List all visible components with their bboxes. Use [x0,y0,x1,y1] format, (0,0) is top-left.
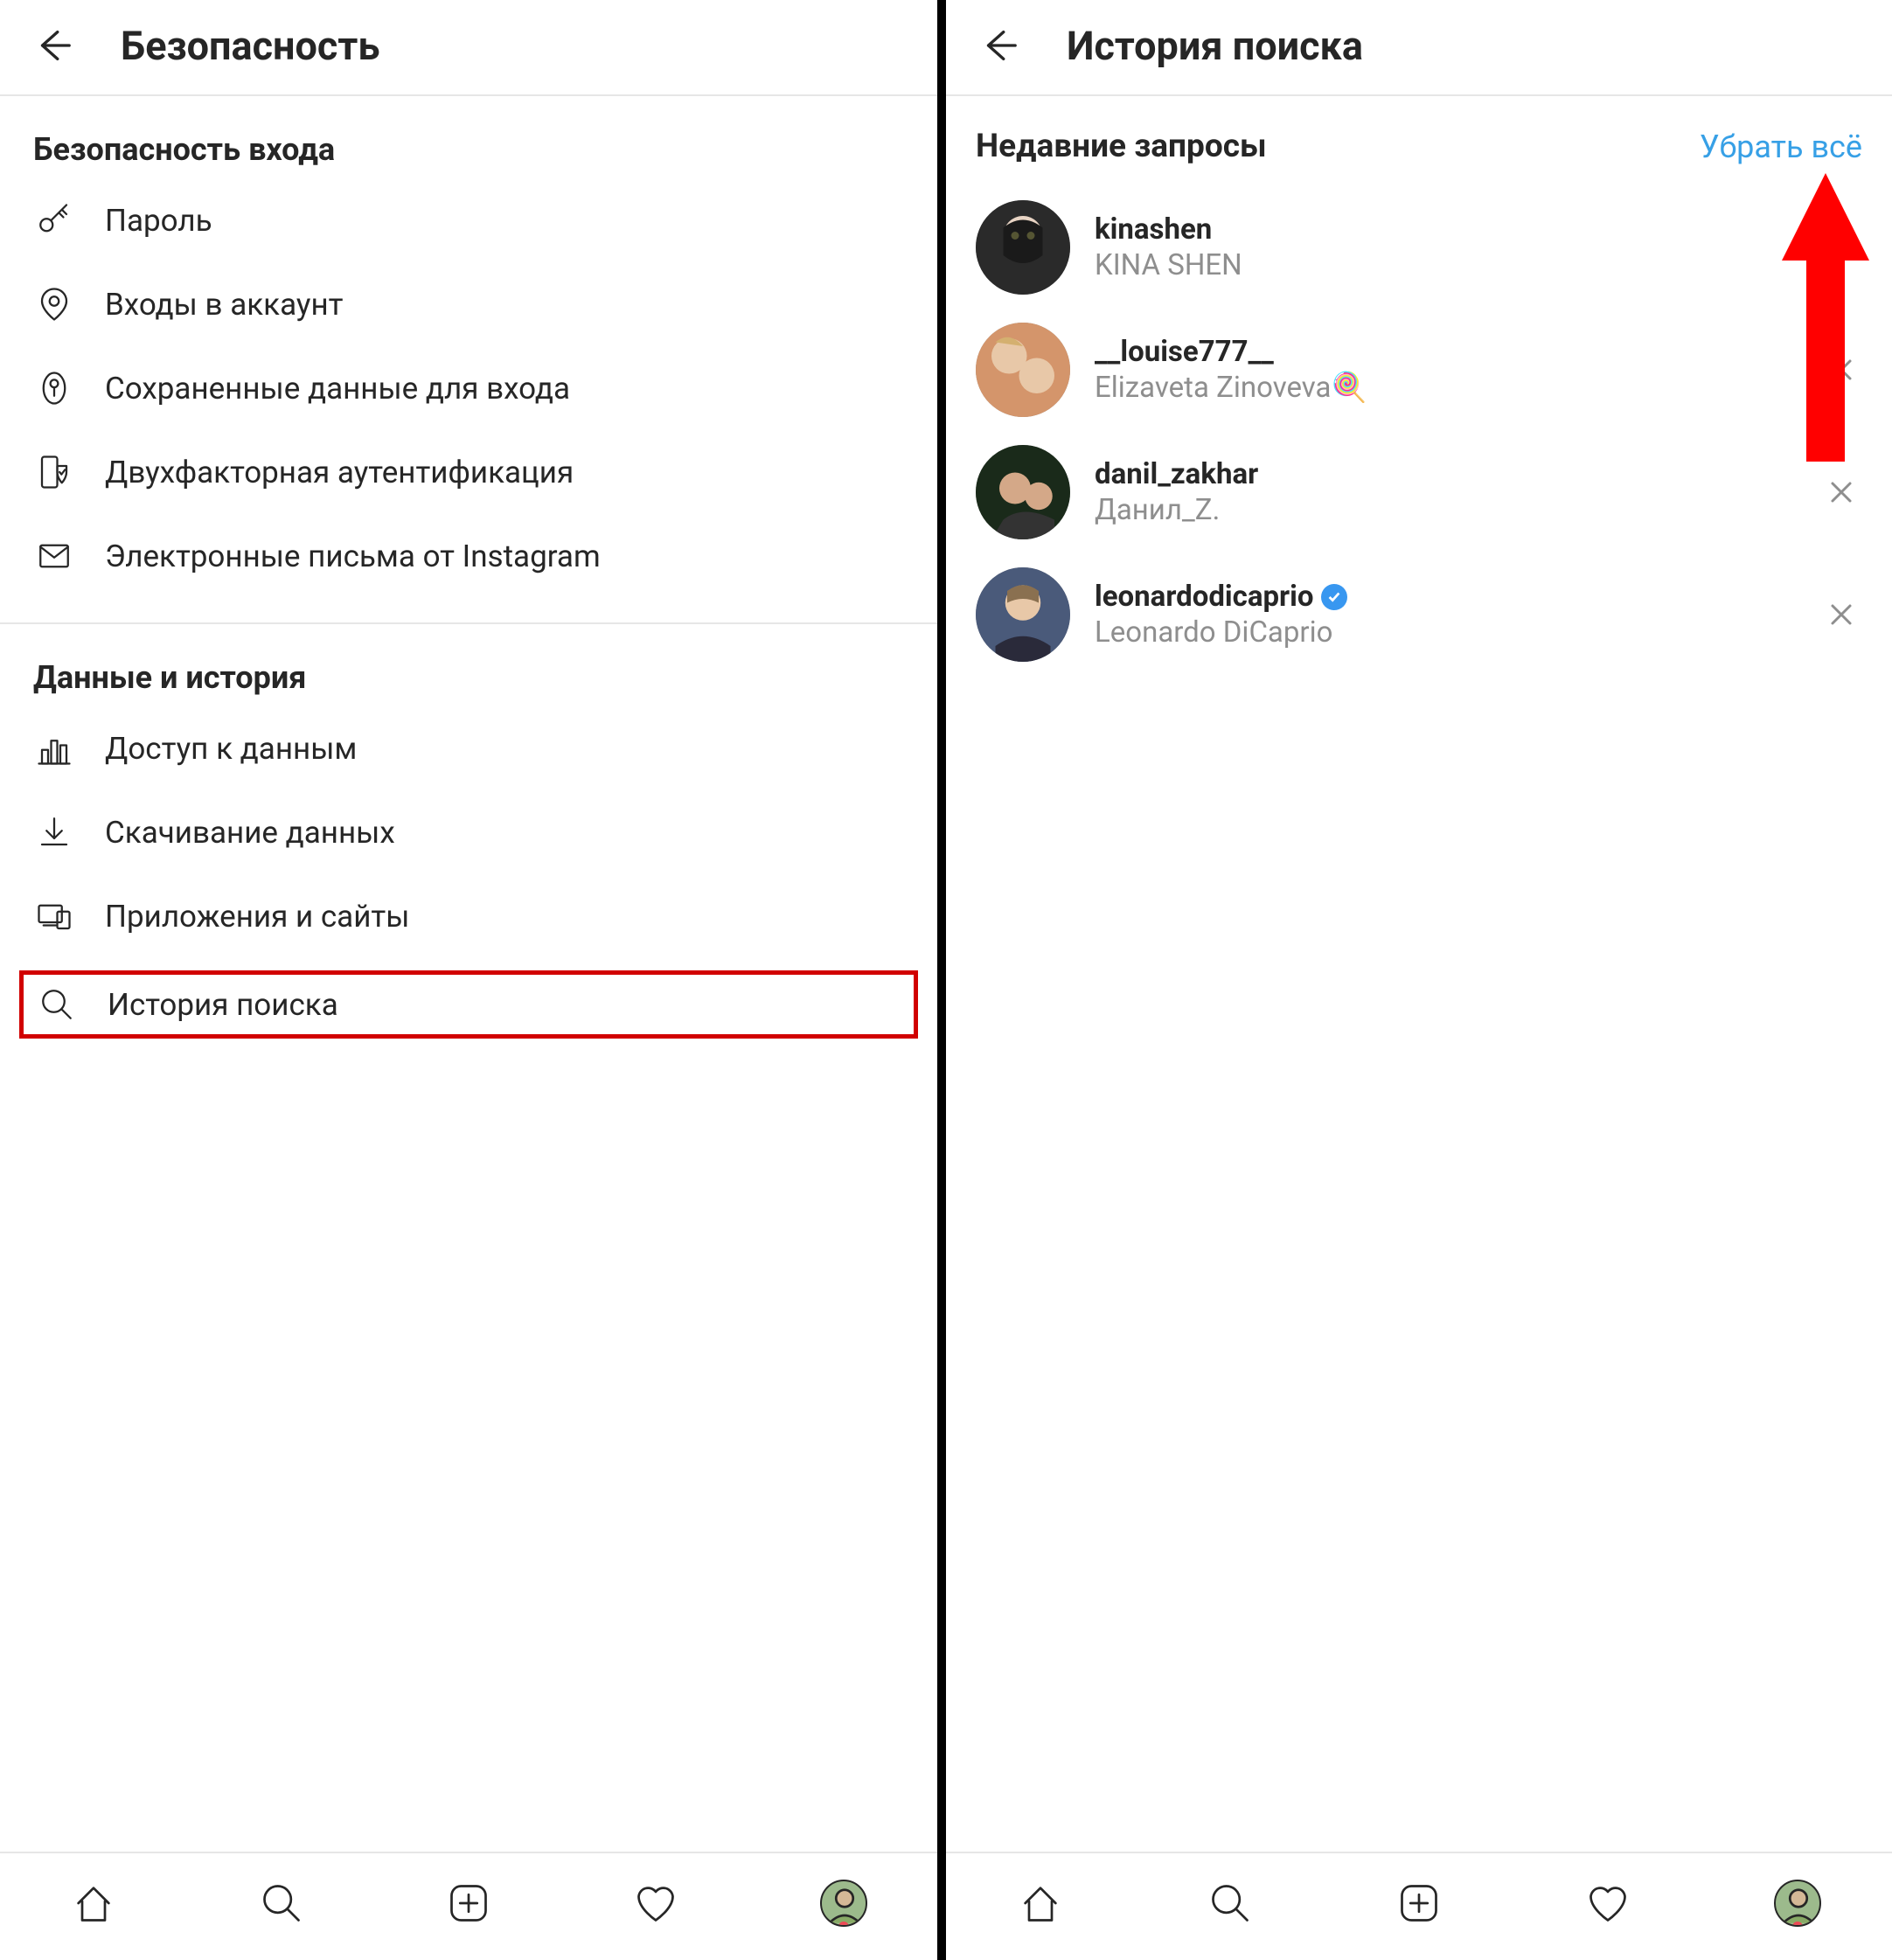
menu-label: Сохраненные данные для входа [105,371,570,407]
search-result-row[interactable]: kinashen KINA SHEN [946,186,1892,309]
bottom-nav [946,1852,1892,1960]
menu-item-saved-login[interactable]: Сохраненные данные для входа [0,346,937,430]
shield-phone-icon [33,451,75,493]
remove-item-button[interactable] [1820,471,1862,513]
menu-label: Входы в аккаунт [105,287,343,323]
menu-item-login-activity[interactable]: Входы в аккаунт [0,262,937,346]
annotation-red-arrow-icon [1782,173,1869,462]
search-history-panel: История поиска Недавние запросы Убрать в… [946,0,1892,1960]
page-title: Безопасность [121,23,379,69]
user-info: kinashen KINA SHEN [1095,212,1820,282]
recent-title: Недавние запросы [976,128,1267,165]
header: История поиска [946,0,1892,96]
menu-label: Доступ к данным [105,731,357,767]
username: danil_zakhar [1095,457,1820,491]
username: leonardodicaprio [1095,580,1820,614]
menu-item-apps-sites[interactable]: Приложения и сайты [0,874,937,958]
menu-label: Пароль [105,203,212,239]
menu-item-download-data[interactable]: Скачивание данных [0,790,937,874]
nav-activity-icon[interactable] [630,1878,681,1929]
section-title-data-history: Данные и история [0,624,937,706]
search-result-row[interactable]: leonardodicaprio Leonardo DiCaprio [946,553,1892,676]
avatar [976,445,1070,539]
recent-header: Недавние запросы Убрать всё [946,96,1892,186]
avatar [976,200,1070,295]
menu-item-emails[interactable]: Электронные письма от Instagram [0,514,937,598]
nav-search-icon[interactable] [256,1878,307,1929]
notification-dot-icon [1792,1922,1803,1927]
nav-profile-icon[interactable] [818,1878,869,1929]
page-title: История поиска [1067,23,1363,69]
search-result-row[interactable]: __louise777__ Elizaveta Zinoveva🍭 [946,309,1892,431]
display-name: Данил_Z. [1095,493,1820,527]
section-title-login-security: Безопасность входа [0,96,937,178]
chart-icon [33,727,75,769]
notification-dot-icon [838,1922,849,1927]
avatar [976,323,1070,417]
menu-item-data-access[interactable]: Доступ к данным [0,706,937,790]
username: __louise777__ [1095,335,1820,369]
verified-badge-icon [1321,584,1347,610]
back-arrow-icon[interactable] [974,21,1023,70]
menu-label: Приложения и сайты [105,899,409,935]
user-info: danil_zakhar Данил_Z. [1095,457,1820,527]
search-result-row[interactable]: danil_zakhar Данил_Z. [946,431,1892,553]
nav-home-icon[interactable] [1015,1878,1066,1929]
user-info: __louise777__ Elizaveta Zinoveva🍭 [1095,335,1820,405]
menu-label: История поиска [108,987,338,1023]
nav-add-icon[interactable] [443,1878,494,1929]
nav-activity-icon[interactable] [1582,1878,1633,1929]
menu-label: Электронные письма от Instagram [105,539,601,574]
bottom-nav [0,1852,937,1960]
search-icon [36,983,78,1025]
nav-add-icon[interactable] [1394,1878,1444,1929]
menu-item-2fa[interactable]: Двухфакторная аутентификация [0,430,937,514]
menu-item-password[interactable]: Пароль [0,178,937,262]
user-info: leonardodicaprio Leonardo DiCaprio [1095,580,1820,650]
devices-icon [33,895,75,937]
content: Недавние запросы Убрать всё kinashen KIN… [946,96,1892,1852]
location-icon [33,283,75,325]
header: Безопасность [0,0,937,96]
clear-all-button[interactable]: Убрать всё [1700,129,1862,165]
username: kinashen [1095,212,1820,247]
nav-search-icon[interactable] [1205,1878,1256,1929]
display-name: KINA SHEN [1095,248,1820,282]
remove-item-button[interactable] [1820,594,1862,636]
menu-label: Скачивание данных [105,815,395,851]
nav-home-icon[interactable] [68,1878,119,1929]
content: Безопасность входа Пароль Входы в аккаун… [0,96,937,1852]
download-icon [33,811,75,853]
menu-label: Двухфакторная аутентификация [105,455,574,490]
display-name: Elizaveta Zinoveva🍭 [1095,371,1820,405]
keyhole-icon [33,367,75,409]
display-name: Leonardo DiCaprio [1095,615,1820,650]
mail-icon [33,535,75,577]
menu-item-search-history-highlighted[interactable]: История поиска [19,970,918,1039]
avatar [976,567,1070,662]
back-arrow-icon[interactable] [28,21,77,70]
security-settings-panel: Безопасность Безопасность входа Пароль В… [0,0,946,1960]
nav-profile-icon[interactable] [1772,1878,1823,1929]
key-icon [33,199,75,241]
